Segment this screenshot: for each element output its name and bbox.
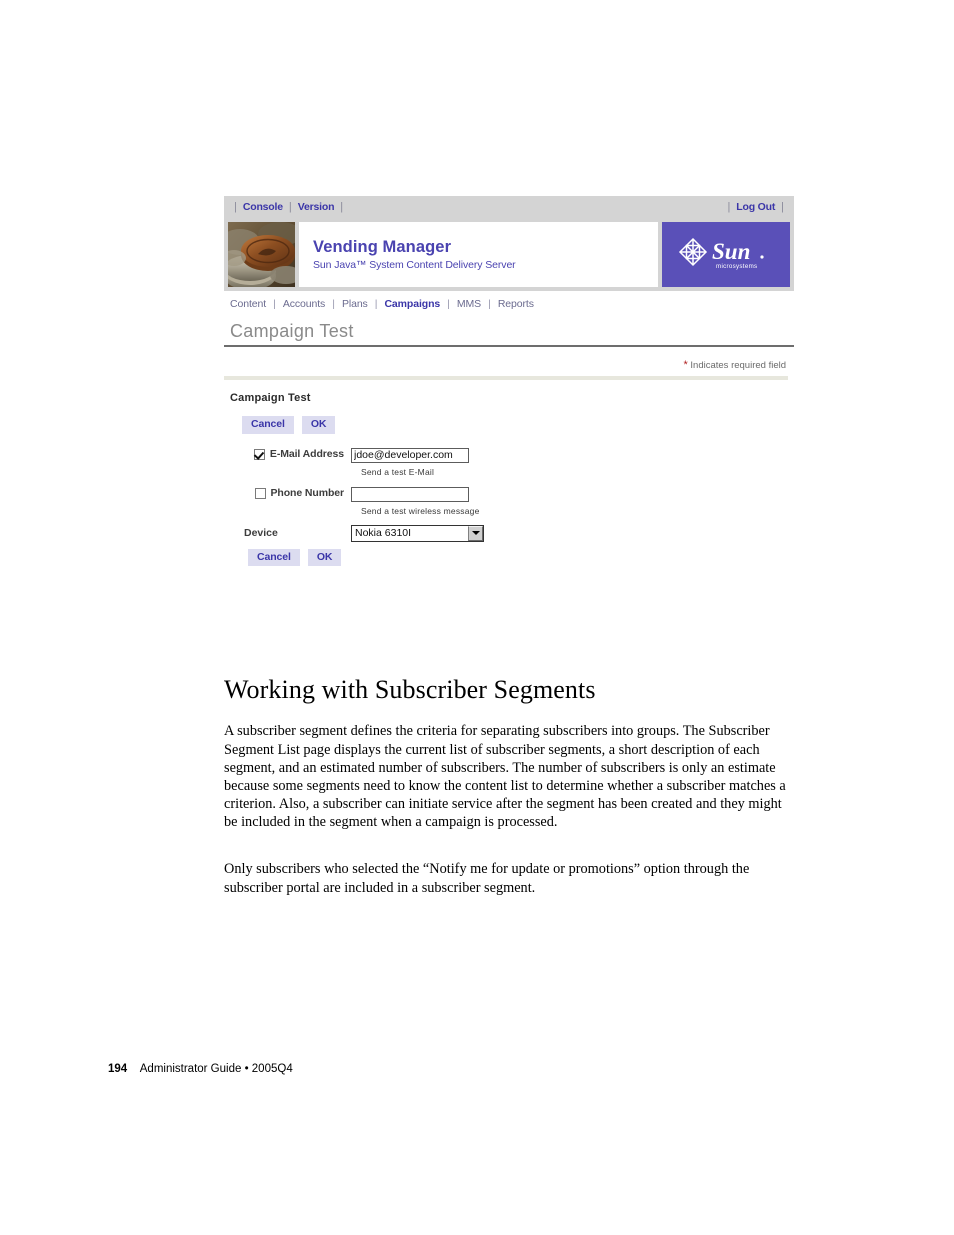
required-note-text: Indicates required field [690,360,786,371]
hint-spacer [224,503,351,522]
nav-separator: | [273,298,276,310]
svg-text:Sun: Sun [712,239,750,264]
chevron-down-icon[interactable] [468,525,483,541]
email-hint-row: Send a test E-Mail [224,464,794,484]
nav-separator: | [488,298,491,310]
phone-input[interactable] [351,486,469,502]
svg-text:microsystems: microsystems [716,263,757,270]
section-heading: Working with Subscriber Segments [224,675,596,705]
phone-hint: Send a test wireless message [361,505,480,516]
nav-item-plans[interactable]: Plans [342,298,368,310]
title-plate: Vending Manager Sun Java™ System Content… [299,222,658,287]
page-title-wrap: Campaign Test [224,316,794,347]
email-checkbox[interactable] [253,448,265,460]
nav-item-mms[interactable]: MMS [457,298,481,310]
phone-label: Phone Number [270,487,345,500]
phone-input-col [351,484,469,502]
coins-photo [228,222,295,287]
app-title: Vending Manager [313,237,452,256]
device-select[interactable]: Nokia 6310I [351,524,484,542]
email-input-col [351,445,469,463]
bottom-button-row: Cancel OK [224,542,794,567]
hint-spacer [224,464,351,483]
utility-divider: | [288,201,292,213]
nav-item-campaigns[interactable]: Campaigns [384,298,440,310]
cancel-button-top[interactable]: Cancel [242,416,294,434]
phone-label-col: Phone Number [224,484,351,503]
required-asterisk: * [683,359,688,371]
section-label: Campaign Test [230,392,311,404]
application-screenshot: | Console | Version | | Log Out | Vendin… [224,196,794,567]
email-label-col: E-Mail Address [224,445,351,464]
email-row: E-Mail Address [224,445,794,464]
app-subtitle: Sun Java™ System Content Delivery Server [313,259,516,272]
phone-row: Phone Number [224,484,794,503]
page-footer: 194 Administrator Guide • 2005Q4 [108,1063,293,1075]
logout-link[interactable]: Log Out [736,201,775,213]
footer-page-number: 194 [108,1063,128,1075]
sun-diamond-icon [678,237,708,266]
device-row: Device Nokia 6310I [224,523,794,542]
email-label: E-Mail Address [269,448,344,461]
ok-button-top[interactable]: OK [301,416,336,434]
utility-divider: | [234,201,237,213]
top-button-row: Cancel OK [224,404,794,434]
nav-item-reports[interactable]: Reports [498,298,534,310]
main-navigation: Content | Accounts | Plans | Campaigns |… [224,291,794,316]
device-selected-value: Nokia 6310I [355,527,412,540]
sun-logo: Sun microsystems [662,222,790,287]
console-link[interactable]: Console [243,201,283,213]
nav-item-accounts[interactable]: Accounts [283,298,325,310]
footer-text: Administrator Guide • 2005Q4 [139,1063,293,1075]
utility-divider: | [727,201,731,213]
campaign-test-form: E-Mail Address Send a test E-Mail Phone … [224,434,794,542]
nav-item-content[interactable]: Content [230,298,266,310]
device-label: Device [244,527,278,540]
required-field-note: * Indicates required field [224,347,788,380]
ok-button-bottom[interactable]: OK [307,548,342,567]
phone-checkbox[interactable] [254,487,266,499]
phone-hint-row: Send a test wireless message [224,503,794,523]
body-paragraph-2: Only subscribers who selected the “Notif… [224,861,750,896]
nav-separator: | [374,298,378,310]
utility-divider: | [781,201,784,213]
cancel-button-bottom[interactable]: Cancel [248,548,300,567]
page-title: Campaign Test [230,321,354,341]
body-paragraph-1: A subscriber segment defines the criteri… [224,723,786,831]
nav-separator: | [332,298,335,310]
email-input[interactable] [351,447,469,463]
nav-separator: | [447,298,450,310]
utility-divider: | [340,201,344,213]
brand-band: Vending Manager Sun Java™ System Content… [224,218,794,291]
utility-bar: | Console | Version | | Log Out | [224,196,794,218]
email-hint: Send a test E-Mail [361,466,435,477]
version-link[interactable]: Version [298,201,335,213]
